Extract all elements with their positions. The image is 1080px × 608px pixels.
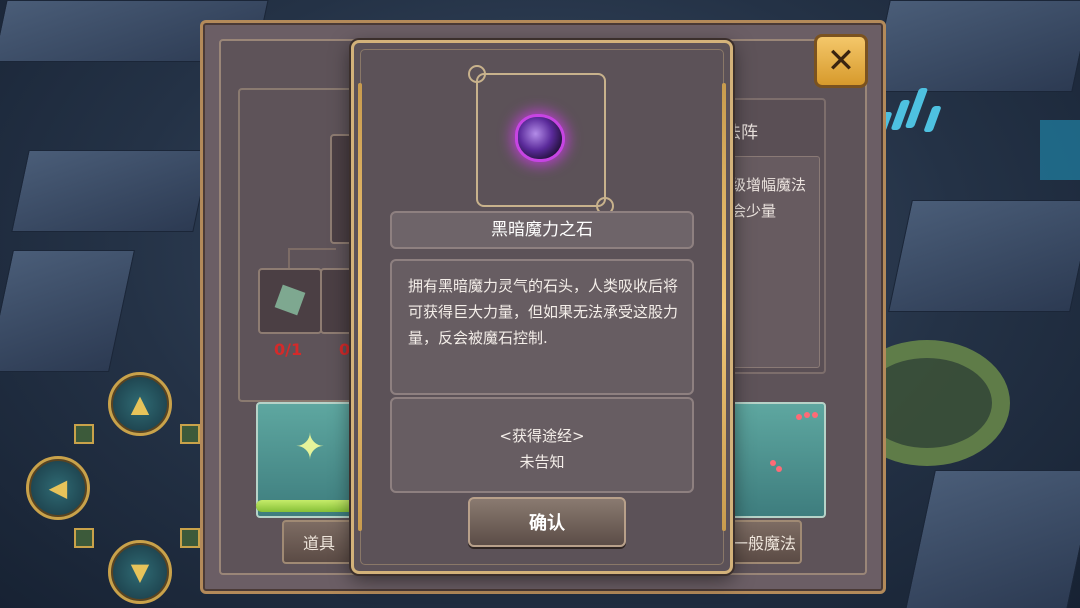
arrow-left-icon: ◀ — [48, 474, 68, 502]
stone-block — [11, 150, 211, 232]
skill-progress-bar — [256, 500, 356, 512]
item-icon-frame — [468, 65, 614, 215]
item-source-value: 未告知 — [519, 453, 565, 471]
tab-items[interactable]: 道具 — [282, 520, 356, 564]
stone-block — [0, 250, 135, 372]
stone-block — [888, 200, 1080, 312]
slot-count: 0/1 — [274, 340, 303, 359]
dpad-corner-icon — [74, 528, 94, 548]
shuriken-icon: ✦ — [294, 427, 326, 468]
dpad-corner-icon — [180, 424, 200, 444]
close-button[interactable]: ✕ — [814, 34, 868, 88]
ingredient-slot[interactable] — [258, 268, 322, 334]
stone-block — [870, 0, 1080, 92]
arrow-down-icon: ▼ — [130, 558, 150, 586]
stone-block — [905, 470, 1080, 608]
dialog-gold-edge — [722, 83, 726, 531]
dpad-down-button[interactable]: ▼ — [108, 540, 172, 604]
dpad-left-button[interactable]: ◀ — [26, 456, 90, 520]
dialog-gold-edge — [358, 83, 362, 531]
arrow-up-icon: ▲ — [130, 390, 150, 418]
red-dots-decoration — [770, 410, 820, 472]
dpad-up-button[interactable]: ▲ — [108, 372, 172, 436]
green-stone-icon — [274, 284, 306, 316]
skill-progress-fill — [256, 500, 351, 512]
signal-bars-decoration — [876, 82, 960, 142]
dpad-corner-icon — [180, 528, 200, 548]
close-icon: ✕ — [826, 41, 856, 81]
confirm-button[interactable]: 确认 — [468, 497, 626, 547]
dark-magic-stone-icon — [518, 117, 562, 159]
teal-crystal — [1040, 120, 1080, 180]
dpad-corner-icon — [74, 424, 94, 444]
item-description-box: 拥有黑暗魔力灵气的石头，人类吸收后将可获得巨大力量，但如果无法承受这股力量，反会… — [390, 259, 694, 395]
item-detail-dialog: 黑暗魔力之石 拥有黑暗魔力灵气的石头，人类吸收后将可获得巨大力量，但如果无法承受… — [351, 40, 733, 574]
recipe-connector — [288, 248, 336, 270]
item-source-box: <获得途经> 未告知 — [390, 397, 694, 493]
slot-count: 0 — [339, 340, 351, 359]
item-description: 拥有黑暗魔力灵气的石头，人类吸收后将可获得巨大力量，但如果无法承受这股力量，反会… — [408, 277, 679, 347]
item-name: 黑暗魔力之石 — [390, 211, 694, 249]
tab-general-magic[interactable]: 一般魔法 — [726, 520, 802, 564]
item-source-title: <获得途经> — [499, 427, 585, 445]
